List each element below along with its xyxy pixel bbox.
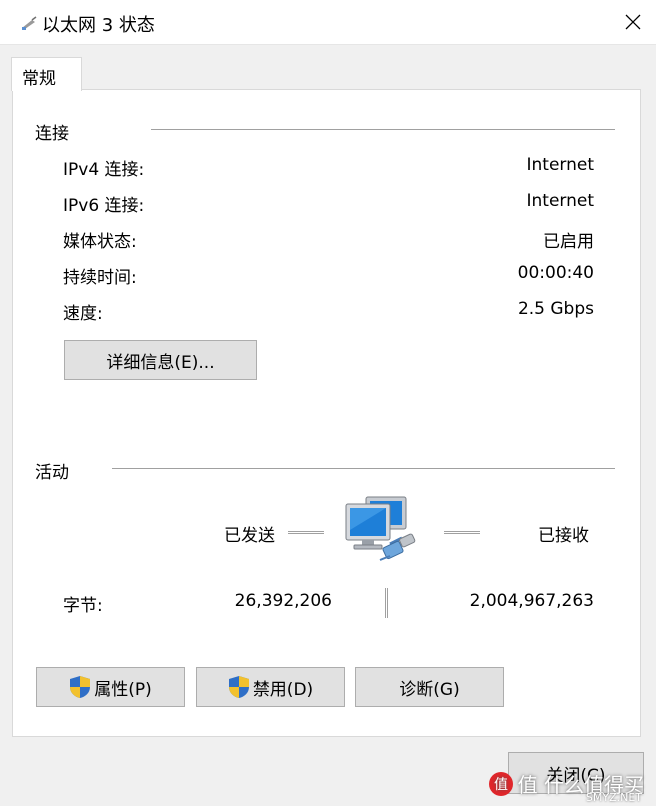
- duration-label: 持续时间:: [63, 268, 137, 288]
- uac-shield-icon: [228, 676, 249, 698]
- svg-text:值: 值: [494, 777, 508, 793]
- tab-general[interactable]: 常规: [11, 57, 82, 91]
- properties-button-label: 属性(P): [94, 679, 152, 700]
- watermark-logo-icon: 值: [488, 771, 513, 796]
- ipv6-label: IPv6 连接:: [63, 196, 145, 216]
- properties-button[interactable]: 属性(P): [36, 667, 185, 707]
- bytes-sent-value: 26,392,206: [234, 591, 332, 611]
- tab-general-label: 常规: [22, 69, 56, 89]
- uac-shield-icon: [70, 676, 91, 698]
- sent-line: [288, 531, 324, 534]
- media-state-label: 媒体状态:: [63, 232, 137, 252]
- bytes-separator: [385, 588, 388, 618]
- close-icon: [625, 14, 641, 30]
- activity-divider: [112, 468, 615, 469]
- connection-heading: 连接: [35, 124, 69, 144]
- general-panel: [12, 89, 641, 737]
- received-label: 已接收: [538, 526, 589, 546]
- sent-label: 已发送: [224, 526, 275, 546]
- watermark-site: SMYZ.NET: [585, 791, 642, 804]
- connection-divider: [151, 129, 615, 130]
- media-state-value: 已启用: [543, 232, 594, 252]
- bytes-received-value: 2,004,967,263: [469, 591, 594, 611]
- activity-heading: 活动: [35, 463, 69, 483]
- window-title: 以太网 3 状态: [42, 15, 155, 36]
- disable-button-label: 禁用(D): [252, 679, 314, 700]
- ipv6-value: Internet: [526, 191, 594, 211]
- speed-label: 速度:: [63, 304, 103, 324]
- ipv4-value: Internet: [526, 155, 594, 175]
- network-adapter-icon: [22, 16, 37, 30]
- ipv4-label: IPv4 连接:: [63, 160, 145, 180]
- close-window-button[interactable]: [610, 0, 656, 44]
- speed-value: 2.5 Gbps: [517, 299, 594, 319]
- received-line: [444, 531, 480, 534]
- duration-value: 00:00:40: [517, 263, 594, 283]
- diagnose-button[interactable]: 诊断(G): [355, 667, 504, 707]
- bytes-label: 字节:: [63, 596, 103, 616]
- network-computers-icon: [345, 496, 416, 561]
- disable-button[interactable]: 禁用(D): [196, 667, 345, 707]
- title-bar: 以太网 3 状态: [0, 0, 656, 45]
- details-button[interactable]: 详细信息(E)...: [64, 340, 257, 380]
